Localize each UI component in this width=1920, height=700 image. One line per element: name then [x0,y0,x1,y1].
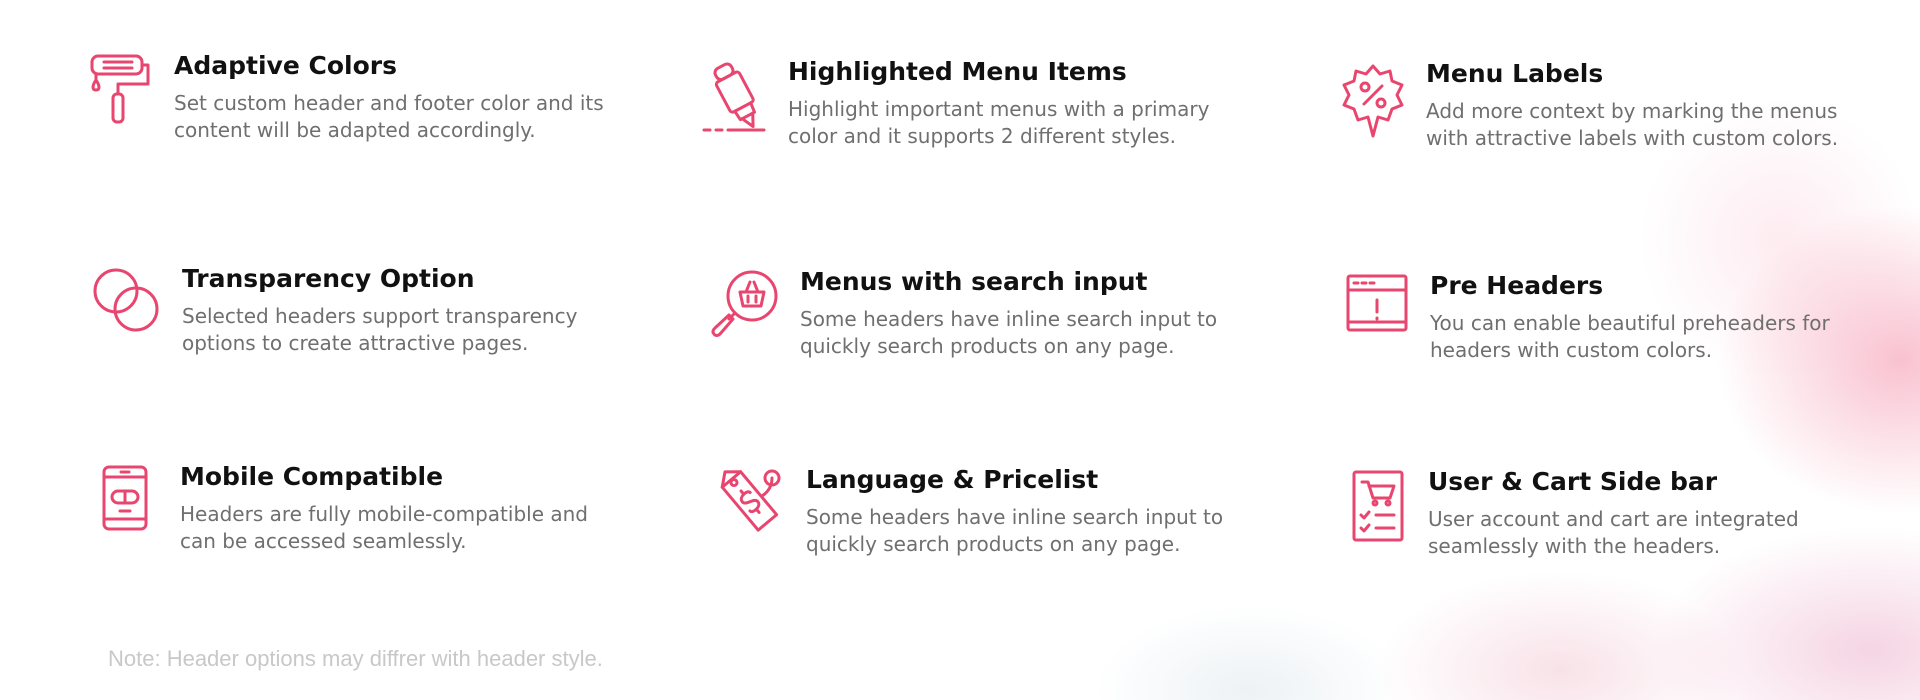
feature-title: Menus with search input [800,267,1148,296]
browser-alert-icon [1344,272,1410,336]
overlapping-circles-icon [90,265,162,335]
feature-title: User & Cart Side bar [1428,467,1718,496]
feature-highlighted-menu-items: Highlighted Menu Items Highlight importa… [700,56,1209,150]
footer-note: Note: Header options may diffrer with he… [108,646,603,671]
search-basket-icon [710,268,780,340]
feature-user-cart-side-bar: User & Cart Side bar User account and ca… [1350,466,1799,560]
feature-adaptive-colors: Adaptive Colors Set custom header and fo… [88,50,604,144]
cart-checklist-icon [1350,468,1406,544]
feature-description: Selected headers support transparency op… [182,304,578,355]
feature-title: Mobile Compatible [180,462,444,491]
feature-description: Some headers have inline search input to… [806,505,1224,556]
feature-description: Set custom header and footer color and i… [174,91,604,142]
price-tag-icon [716,466,786,540]
feature-menu-labels: Menu Labels Add more context by marking … [1340,58,1838,152]
highlighter-icon [700,58,768,136]
feature-title: Pre Headers [1430,271,1604,300]
percent-badge-icon [1340,62,1406,140]
feature-title: Adaptive Colors [174,51,397,80]
feature-description: Add more context by marking the menus wi… [1426,99,1839,150]
feature-description: Headers are fully mobile-compatible and … [180,502,588,553]
feature-title: Highlighted Menu Items [788,57,1127,86]
mobile-phone-icon [100,463,150,533]
feature-mobile-compatible: Mobile Compatible Headers are fully mobi… [100,461,588,555]
feature-transparency-option: Transparency Option Selected headers sup… [90,263,577,357]
feature-title: Transparency Option [182,264,475,293]
feature-description: User account and cart are integrated sea… [1428,507,1799,558]
feature-title: Menu Labels [1426,59,1604,88]
feature-description: You can enable beautiful preheaders for … [1430,311,1830,362]
feature-pre-headers: Pre Headers You can enable beautiful pre… [1344,270,1830,364]
feature-title: Language & Pricelist [806,465,1099,494]
paint-roller-icon [88,52,154,126]
feature-description: Highlight important menus with a primary… [788,97,1210,148]
feature-language-pricelist: Language & Pricelist Some headers have i… [716,464,1223,558]
feature-description: Some headers have inline search input to… [800,307,1218,358]
feature-menus-with-search-input: Menus with search input Some headers hav… [710,266,1217,360]
